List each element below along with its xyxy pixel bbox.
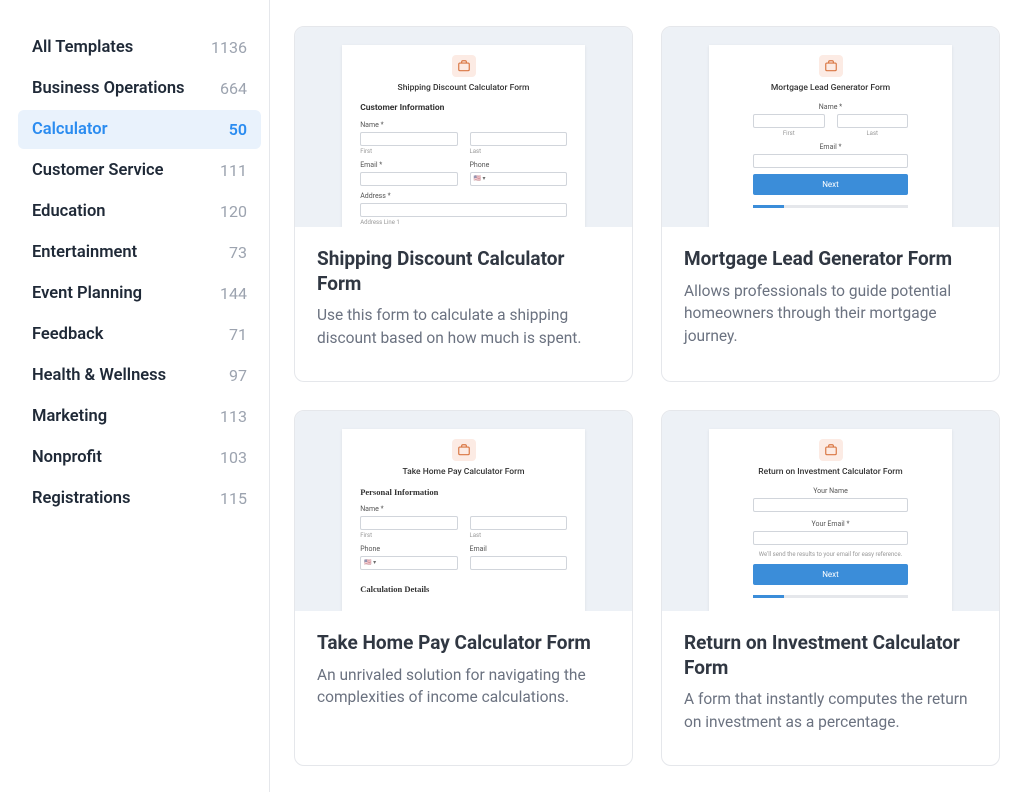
sidebar-item-business-operations[interactable]: Business Operations 664	[18, 69, 261, 108]
preview-note: We'll send the results to your email for…	[753, 551, 908, 558]
sidebar-item-registrations[interactable]: Registrations 115	[18, 479, 261, 518]
template-card-mortgage-lead[interactable]: Mortgage Lead Generator Form Name * Firs…	[661, 26, 1000, 382]
sidebar-item-customer-service[interactable]: Customer Service 111	[18, 151, 261, 190]
briefcase-icon	[819, 439, 843, 461]
preview-title: Take Home Pay Calculator Form	[360, 467, 567, 477]
sidebar-item-entertainment[interactable]: Entertainment 73	[18, 233, 261, 272]
preview-field-label: Name *	[360, 121, 567, 129]
briefcase-icon	[819, 55, 843, 77]
sidebar-item-label: Education	[32, 202, 106, 221]
briefcase-icon	[452, 55, 476, 77]
preview-title: Mortgage Lead Generator Form	[771, 83, 890, 93]
template-preview: Mortgage Lead Generator Form Name * Firs…	[662, 27, 999, 227]
preview-title: Return on Investment Calculator Form	[758, 467, 902, 477]
sidebar-item-education[interactable]: Education 120	[18, 192, 261, 231]
template-card-roi[interactable]: Return on Investment Calculator Form You…	[661, 410, 1000, 766]
template-description: Allows professionals to guide potential …	[684, 280, 977, 347]
preview-section-heading: Calculation Details	[360, 584, 567, 594]
sidebar-item-label: All Templates	[32, 38, 133, 57]
sidebar-item-calculator[interactable]: Calculator 50	[18, 110, 261, 149]
template-description: An unrivaled solution for navigating the…	[317, 664, 610, 709]
sidebar-item-label: Calculator	[32, 120, 108, 139]
template-title: Return on Investment Calculator Form	[684, 631, 977, 680]
template-title: Shipping Discount Calculator Form	[317, 247, 610, 296]
sidebar-item-count: 144	[220, 284, 247, 303]
template-card-take-home-pay[interactable]: Take Home Pay Calculator Form Personal I…	[294, 410, 633, 766]
sidebar-item-count: 71	[229, 325, 247, 344]
sidebar-item-count: 115	[220, 489, 247, 508]
briefcase-icon	[452, 439, 476, 461]
preview-form: Return on Investment Calculator Form You…	[709, 429, 952, 611]
sidebar-item-count: 103	[220, 448, 247, 467]
sidebar-item-label: Business Operations	[32, 79, 185, 98]
template-card-shipping-discount[interactable]: Shipping Discount Calculator Form Custom…	[294, 26, 633, 382]
template-title: Take Home Pay Calculator Form	[317, 631, 610, 656]
preview-form: Take Home Pay Calculator Form Personal I…	[342, 429, 585, 611]
category-sidebar: All Templates 1136 Business Operations 664 C…	[0, 0, 270, 792]
sidebar-item-label: Nonprofit	[32, 448, 102, 467]
sidebar-item-count: 73	[229, 243, 247, 262]
template-preview: Return on Investment Calculator Form You…	[662, 411, 999, 611]
template-preview: Shipping Discount Calculator Form Custom…	[295, 27, 632, 227]
preview-section-heading: Customer Information	[360, 103, 567, 113]
sidebar-item-label: Customer Service	[32, 161, 163, 180]
preview-next-button: Next	[753, 564, 908, 585]
sidebar-item-label: Event Planning	[32, 284, 142, 303]
preview-progress-bar	[753, 595, 908, 598]
sidebar-item-count: 1136	[211, 38, 247, 57]
sidebar-item-marketing[interactable]: Marketing 113	[18, 397, 261, 436]
preview-form: Shipping Discount Calculator Form Custom…	[342, 45, 585, 227]
template-preview: Take Home Pay Calculator Form Personal I…	[295, 411, 632, 611]
preview-input	[360, 132, 457, 146]
sidebar-item-nonprofit[interactable]: Nonprofit 103	[18, 438, 261, 477]
preview-title: Shipping Discount Calculator Form	[360, 83, 567, 93]
template-title: Mortgage Lead Generator Form	[684, 247, 977, 272]
sidebar-item-count: 111	[220, 161, 247, 180]
template-grid: Shipping Discount Calculator Form Custom…	[270, 0, 1024, 792]
preview-input	[470, 132, 567, 146]
sidebar-item-health-wellness[interactable]: Health & Wellness 97	[18, 356, 261, 395]
sidebar-item-label: Registrations	[32, 489, 130, 508]
sidebar-item-count: 120	[220, 202, 247, 221]
sidebar-item-label: Marketing	[32, 407, 107, 426]
sidebar-item-label: Entertainment	[32, 243, 137, 262]
sidebar-item-all-templates[interactable]: All Templates 1136	[18, 28, 261, 67]
sidebar-item-count: 113	[220, 407, 247, 426]
preview-next-button: Next	[753, 174, 908, 195]
sidebar-item-count: 50	[229, 120, 247, 139]
sidebar-item-feedback[interactable]: Feedback 71	[18, 315, 261, 354]
sidebar-item-count: 664	[220, 79, 247, 98]
template-description: A form that instantly computes the retur…	[684, 688, 977, 733]
preview-section-heading: Personal Information	[360, 487, 567, 497]
template-description: Use this form to calculate a shipping di…	[317, 304, 610, 349]
sidebar-item-label: Health & Wellness	[32, 366, 166, 385]
sidebar-item-count: 97	[229, 366, 247, 385]
sidebar-item-event-planning[interactable]: Event Planning 144	[18, 274, 261, 313]
sidebar-item-label: Feedback	[32, 325, 103, 344]
preview-form: Mortgage Lead Generator Form Name * Firs…	[709, 45, 952, 227]
preview-progress-bar	[753, 205, 908, 208]
